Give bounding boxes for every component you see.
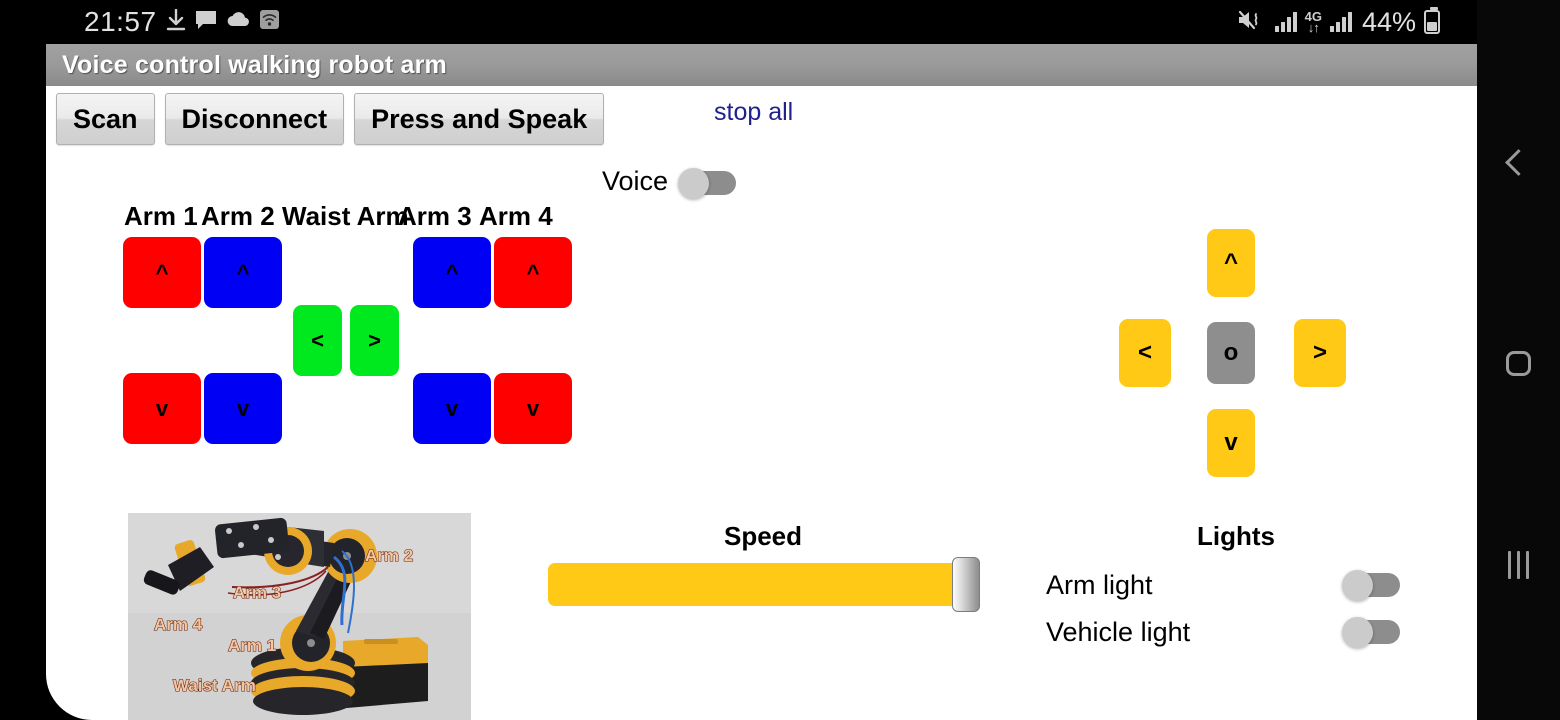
svg-text:Arm 1: Arm 1 (228, 636, 276, 655)
arm-labels-row: Arm 1 Arm 2 Waist Arm Arm 3 Arm 4 (124, 201, 553, 232)
network-4g-icon: 4G ↓↑ (1304, 9, 1322, 35)
home-icon (1506, 350, 1531, 376)
screen: 21:57 4G ↓↑ 44% Voice control walking ro… (0, 0, 1560, 720)
svg-text:Arm 2: Arm 2 (365, 546, 413, 565)
app-window: Voice control walking robot arm Scan Dis… (46, 44, 1477, 720)
message-icon (195, 10, 217, 35)
robot-arm-photo: Arm 2 Arm 3 Arm 4 Arm 1 Waist Arm (128, 513, 471, 720)
drive-right-button[interactable]: > (1294, 319, 1346, 387)
voice-label: Voice (602, 166, 669, 196)
drive-stop-button[interactable]: o (1207, 322, 1255, 384)
label-arm-4: Arm 4 (479, 201, 553, 231)
svg-text:Arm 4: Arm 4 (154, 615, 203, 634)
battery-icon (1424, 7, 1440, 34)
app-title-bar: Voice control walking robot arm (46, 44, 1477, 86)
drive-up-button[interactable]: ^ (1207, 229, 1255, 297)
mute-icon (1237, 9, 1267, 36)
android-nav-bar (1477, 0, 1560, 720)
waist-left-button[interactable]: < (293, 305, 342, 376)
lights-title: Lights (1197, 521, 1275, 551)
arm3-down-button[interactable]: v (413, 373, 491, 444)
waist-right-button[interactable]: > (350, 305, 399, 376)
speed-title: Speed (723, 521, 803, 551)
voice-toggle[interactable] (678, 167, 737, 199)
arm1-up-button[interactable]: ^ (123, 237, 201, 308)
download-icon (166, 8, 186, 36)
arm3-up-button[interactable]: ^ (413, 237, 491, 308)
arm1-down-button[interactable]: v (123, 373, 201, 444)
drive-down-button[interactable]: v (1207, 409, 1255, 477)
voice-toggle-thumb (678, 167, 710, 199)
drive-left-button[interactable]: < (1119, 319, 1171, 387)
battery-percent-label: 44% (1361, 6, 1416, 37)
arm4-down-button[interactable]: v (494, 373, 572, 444)
arm-light-toggle-thumb (1342, 570, 1373, 601)
vehicle-light-toggle[interactable] (1342, 617, 1400, 648)
nav-back-button[interactable] (1477, 132, 1560, 192)
speed-slider[interactable] (548, 557, 980, 612)
label-waist-arm: Waist Arm (282, 201, 409, 231)
voice-toggle-group: Voice (602, 166, 737, 199)
connection-toolbar: Scan Disconnect Press and Speak (56, 93, 605, 146)
back-icon (1505, 148, 1532, 176)
vehicle-light-label: Vehicle light (1046, 616, 1191, 647)
signal-bars-icon (1274, 12, 1297, 32)
arm4-up-button[interactable]: ^ (494, 237, 572, 308)
svg-text:Waist Arm: Waist Arm (173, 676, 256, 695)
android-status-bar: 21:57 4G ↓↑ 44% (0, 0, 1560, 44)
disconnect-button[interactable]: Disconnect (164, 93, 345, 146)
label-arm-2: Arm 2 (201, 201, 275, 231)
arm2-down-button[interactable]: v (204, 373, 282, 444)
speed-slider-thumb[interactable] (952, 557, 980, 612)
arm2-up-button[interactable]: ^ (204, 237, 282, 308)
label-arm-3: Arm 3 (398, 201, 472, 231)
app-title: Voice control walking robot arm (62, 50, 447, 79)
status-bar-left: 21:57 (84, 0, 280, 44)
vehicle-light-toggle-thumb (1342, 617, 1373, 648)
signal-bars-icon (1329, 12, 1352, 32)
nav-recents-button[interactable] (1477, 535, 1560, 595)
status-clock: 21:57 (84, 6, 157, 37)
label-arm-1: Arm 1 (124, 201, 198, 231)
nav-home-button[interactable] (1477, 333, 1560, 393)
speed-slider-track (548, 563, 966, 606)
stop-all-link[interactable]: stop all (706, 94, 801, 131)
press-and-speak-button[interactable]: Press and Speak (354, 93, 605, 146)
cloud-icon (226, 11, 250, 33)
recents-icon (1508, 551, 1529, 579)
arm-light-row: Arm light (1046, 563, 1446, 607)
svg-text:Arm 3: Arm 3 (233, 583, 281, 602)
arm-light-label: Arm light (1046, 569, 1153, 600)
status-bar-right: 4G ↓↑ 44% (1237, 0, 1440, 44)
wifi-icon (259, 9, 280, 35)
scan-button[interactable]: Scan (56, 93, 155, 146)
arm-light-toggle[interactable] (1342, 570, 1400, 601)
vehicle-light-row: Vehicle light (1046, 610, 1446, 654)
